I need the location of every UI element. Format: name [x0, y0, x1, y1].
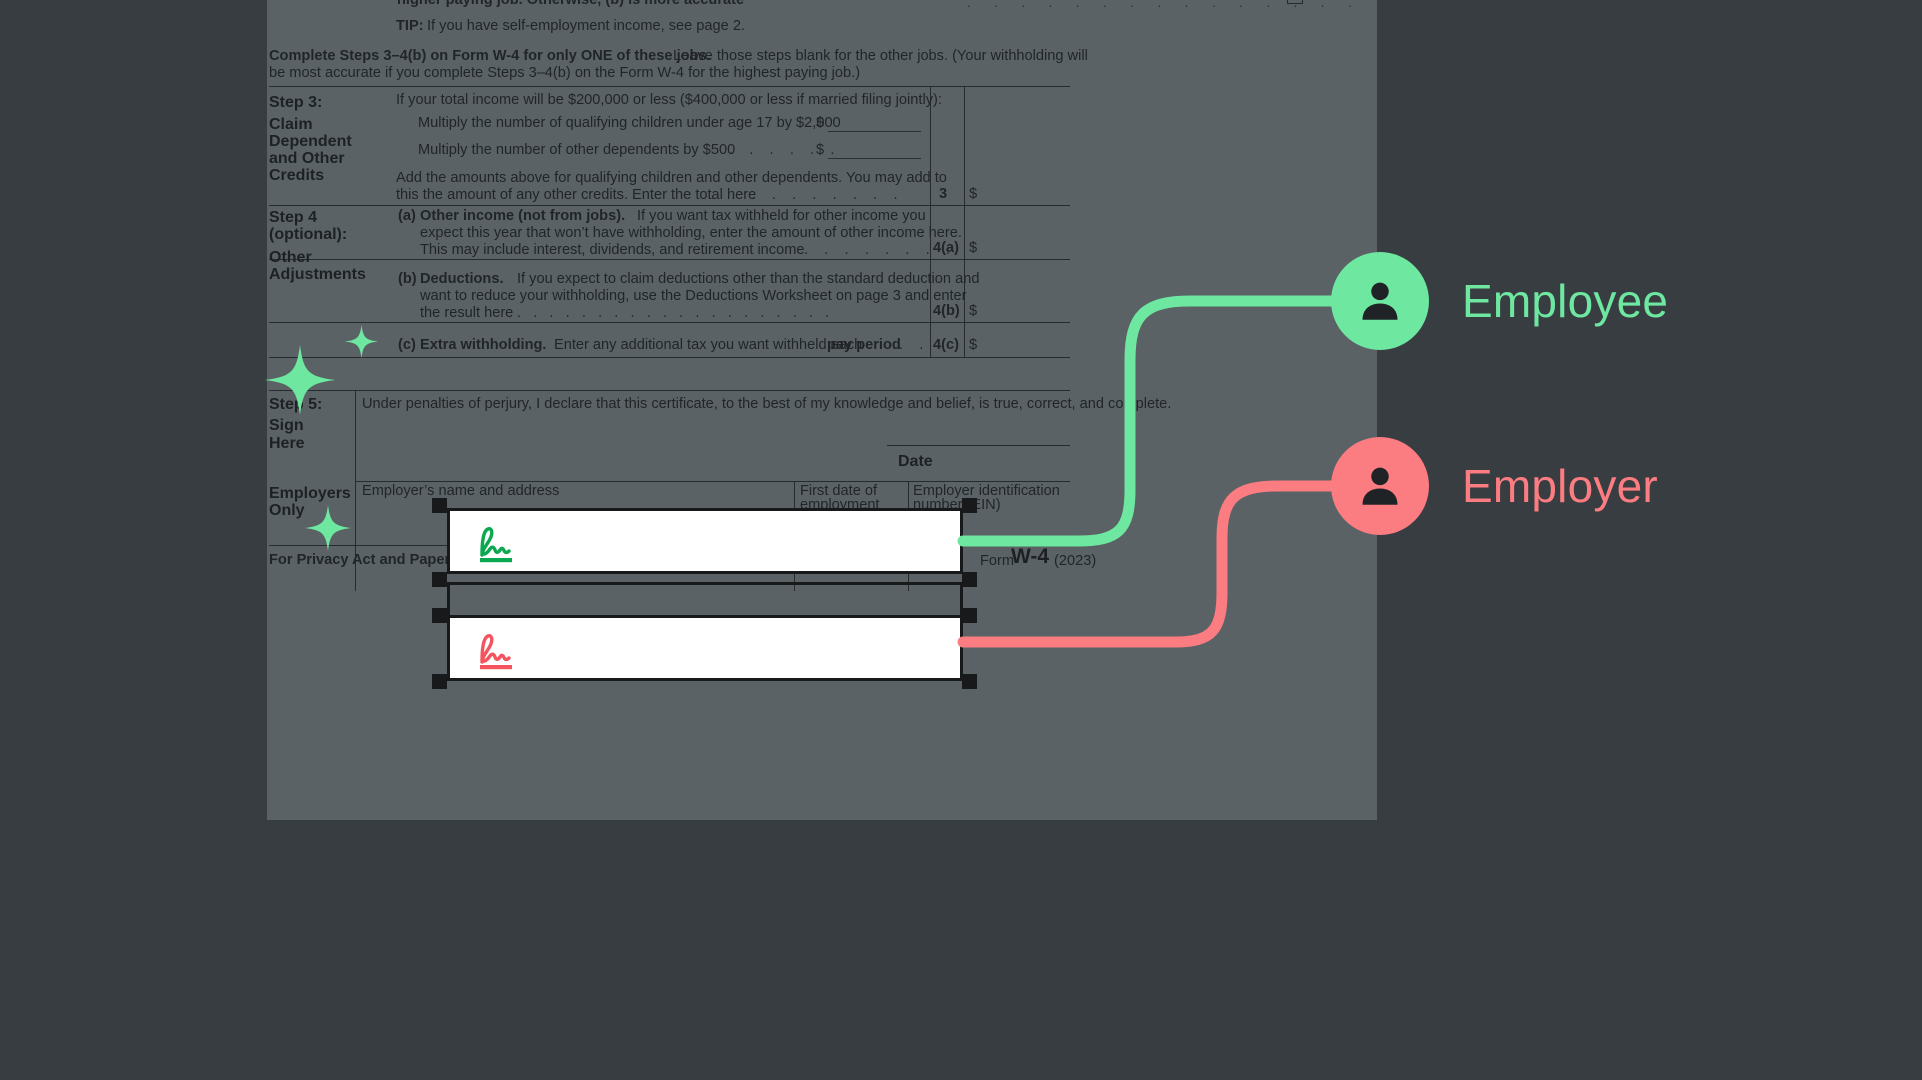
- vrule-boxval: [964, 86, 966, 358]
- employer-name-address-field[interactable]: [447, 582, 963, 618]
- step4c-box-dollar[interactable]: $: [969, 336, 977, 355]
- clipped-top-line-text: higher paying job. Otherwise, (b) is mor…: [397, 0, 745, 8]
- step4a-line3-dots: . . . . . . . .: [804, 242, 950, 258]
- resize-handle-employer-br[interactable]: [962, 674, 977, 689]
- step4c-text: Enter any additional tax you want withhe…: [554, 337, 863, 353]
- complete-note-line2: be most accurate if you complete Steps 3…: [269, 65, 861, 81]
- step4c-marker: (c): [398, 337, 416, 353]
- step4c-bold: Extra withholding.: [420, 337, 547, 353]
- resize-handle-employer-bl[interactable]: [432, 674, 447, 689]
- resize-handle-employer-tl[interactable]: [432, 608, 447, 623]
- step4b-line3-dots: . . . . . . . . . . . . . . . . . . . .: [517, 305, 830, 321]
- employee-label: Employee: [1462, 275, 1669, 327]
- footer-form-prefix: Form: [980, 553, 1015, 569]
- date-label: Date: [898, 453, 933, 470]
- step4b-line3: the result here: [420, 305, 514, 321]
- step3-children-dollar: $: [816, 115, 825, 131]
- employee-signature-field[interactable]: [447, 508, 963, 574]
- resize-handle-employee-tl[interactable]: [432, 498, 447, 513]
- step3-intro: If your total income will be $200,000 or…: [396, 92, 942, 108]
- rule-date-top: [887, 445, 1070, 447]
- employer-label: Employer: [1462, 460, 1658, 512]
- resize-handle-employee-tr[interactable]: [962, 498, 977, 513]
- footer-form-name: W-4: [1011, 545, 1050, 568]
- step3-children-text: Multiply the number of qualifying childr…: [418, 115, 841, 131]
- step4-title-2: Adjustments: [269, 266, 366, 283]
- sparkle-decoration-1: [265, 345, 335, 415]
- signature-icon: [472, 632, 516, 675]
- tip-text: If you have self-employment income, see …: [427, 18, 745, 34]
- employer-name-address-label: Employer’s name and address: [362, 483, 560, 499]
- clipped-top-dots: . . . . . . . . . . . . . . . .: [967, 0, 1362, 13]
- clipped-top-line: higher paying job. Otherwise, (b) is mor…: [267, 0, 1377, 13]
- step3-other-dollar: $: [816, 142, 825, 158]
- step4c-dots: . .: [899, 337, 924, 353]
- step4b-box-dollar[interactable]: $: [969, 302, 977, 321]
- employer-annotation[interactable]: Employer: [1331, 437, 1658, 535]
- step3-total-dots: . . . . . . . . . .: [711, 187, 898, 203]
- step4a-marker: (a): [398, 208, 416, 224]
- employers-only-title-2: Only: [269, 502, 305, 519]
- step3-title-4: Credits: [269, 167, 325, 184]
- step4c-bold2: pay period: [827, 337, 901, 353]
- step3-total-line2: this the amount of any other credits. En…: [396, 187, 757, 203]
- step4c-box-label: 4(c): [933, 337, 959, 353]
- employee-annotation[interactable]: Employee: [1331, 252, 1668, 350]
- sparkle-decoration-3: [305, 505, 351, 551]
- step3-number: Step 3:: [269, 94, 323, 111]
- rule-4c-bottom: [269, 357, 1070, 359]
- employee-avatar: [1331, 252, 1429, 350]
- resize-handle-employer-tr[interactable]: [962, 608, 977, 623]
- person-icon: [1362, 467, 1398, 505]
- rule-step5-top: [269, 390, 1070, 392]
- document-sheet: higher paying job. Otherwise, (b) is mor…: [267, 0, 1377, 820]
- footer-form-year: (2023): [1054, 553, 1097, 569]
- step4a-line3: This may include interest, dividends, an…: [420, 242, 805, 258]
- employer-signature-field[interactable]: [447, 615, 963, 681]
- resize-handle-nameaddr-tr[interactable]: [962, 572, 977, 587]
- employer-avatar: [1331, 437, 1429, 535]
- step3-other-text: Multiply the number of other dependents …: [418, 142, 736, 158]
- step4b-marker: (b): [398, 271, 417, 287]
- clipped-top-checkbox[interactable]: [1287, 0, 1303, 4]
- step3-box-number: 3: [939, 186, 948, 202]
- rule-top-step3-boxes: [930, 86, 1070, 88]
- sparkle-decoration-2: [345, 325, 378, 358]
- step4-number-2: (optional):: [269, 226, 348, 243]
- step5-perjury-text: Under penalties of perjury, I declare th…: [362, 396, 1172, 412]
- resize-handle-nameaddr-tl[interactable]: [432, 572, 447, 587]
- step4a-box-dollar[interactable]: $: [969, 239, 977, 258]
- step5-title-2: Here: [269, 435, 305, 452]
- signature-icon: [472, 525, 516, 568]
- step3-other-input-line[interactable]: [828, 158, 921, 160]
- person-icon: [1362, 282, 1398, 320]
- step3-children-input-line[interactable]: [828, 131, 921, 133]
- tip-label: TIP:: [396, 18, 424, 34]
- vrule-boxnum: [930, 86, 932, 358]
- screen: higher paying job. Otherwise, (b) is mor…: [0, 0, 1922, 1080]
- step4a-box-label: 4(a): [933, 240, 959, 256]
- step3-box-dollar[interactable]: $: [969, 185, 977, 204]
- step4b-box-label: 4(b): [933, 303, 960, 319]
